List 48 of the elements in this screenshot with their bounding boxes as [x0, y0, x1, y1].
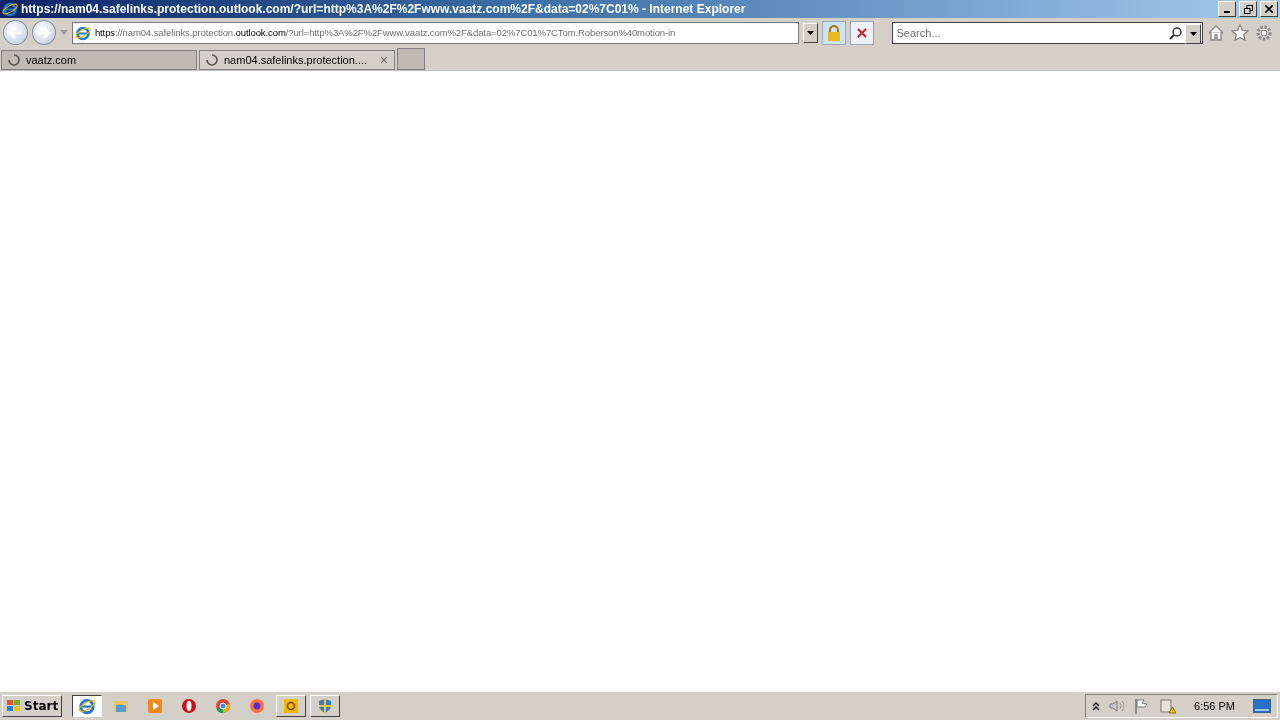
- browser-logo-icon: [78, 697, 97, 715]
- chrome-icon: [215, 698, 232, 714]
- firefox-icon: [249, 698, 266, 714]
- network-warning-icon[interactable]: [1158, 698, 1177, 714]
- flag-icon[interactable]: [1134, 698, 1151, 714]
- address-url: https://nam04.safelinks.protection.outlook.com/?url=http%3A%2F%2Fwww.vaatz.com%2F&data=02%7C01%7CTom.Roberson%40motion-in: [94, 27, 676, 38]
- tab-close-button[interactable]: ×: [379, 52, 388, 68]
- windows-logo-icon: [6, 699, 22, 713]
- search-dropdown-button[interactable]: [1185, 23, 1201, 44]
- caret-icon: [807, 30, 815, 35]
- search-icon[interactable]: [1169, 27, 1182, 40]
- close-button[interactable]: [1260, 1, 1278, 17]
- browser-logo-icon: [2, 1, 18, 17]
- address-dropdown-button[interactable]: [802, 22, 819, 43]
- browser-logo-icon: [74, 24, 91, 41]
- star-icon[interactable]: [1231, 23, 1249, 42]
- chevron-up-icon[interactable]: [1092, 701, 1101, 711]
- loading-icon: [8, 54, 20, 66]
- back-button[interactable]: [3, 20, 28, 45]
- arrow-right-icon: [36, 26, 51, 39]
- restore-button[interactable]: [1239, 1, 1257, 17]
- padlock-icon: [827, 24, 842, 41]
- address-field[interactable]: https://nam04.safelinks.protection.outlook.com/?url=http%3A%2F%2Fwww.vaatz.com%2F&data=02%7C01%7CTom.Roberson%40motion-in: [71, 21, 799, 44]
- browser-tab[interactable]: nam04.safelinks.protection.... ×: [199, 50, 395, 70]
- search-field[interactable]: Search...: [891, 21, 1203, 44]
- settings-icon[interactable]: [1255, 23, 1273, 42]
- restore-icon: [1243, 4, 1253, 14]
- browser-tab[interactable]: vaatz.com: [1, 50, 197, 70]
- folder-icon: [113, 698, 130, 714]
- new-tab-button[interactable]: [397, 48, 425, 70]
- forward-button[interactable]: [31, 20, 57, 45]
- show-desktop-icon[interactable]: [1253, 699, 1271, 713]
- start-button[interactable]: Start: [2, 695, 63, 717]
- window-title: https://nam04.safelinks.protection.outlook.com/?url=http%3A%2F%2Fwww.vaatz.com%2F&data=02%7C01% - Internet Explorer: [21, 2, 747, 16]
- opera-icon: [181, 698, 198, 714]
- close-icon: [856, 27, 867, 38]
- clock[interactable]: 6:56 PM: [1194, 700, 1235, 712]
- caret-icon: [1189, 31, 1197, 36]
- stop-button[interactable]: [850, 20, 874, 45]
- mail-app-icon: [283, 698, 300, 714]
- shield-icon: [317, 698, 334, 714]
- speaker-icon[interactable]: [1108, 699, 1127, 713]
- home-icon[interactable]: [1207, 23, 1225, 42]
- close-icon: [1265, 5, 1273, 13]
- loading-icon: [206, 54, 218, 66]
- play-icon: [147, 698, 164, 714]
- taskbar-app-button[interactable]: [72, 695, 103, 717]
- minimize-button[interactable]: [1218, 1, 1236, 17]
